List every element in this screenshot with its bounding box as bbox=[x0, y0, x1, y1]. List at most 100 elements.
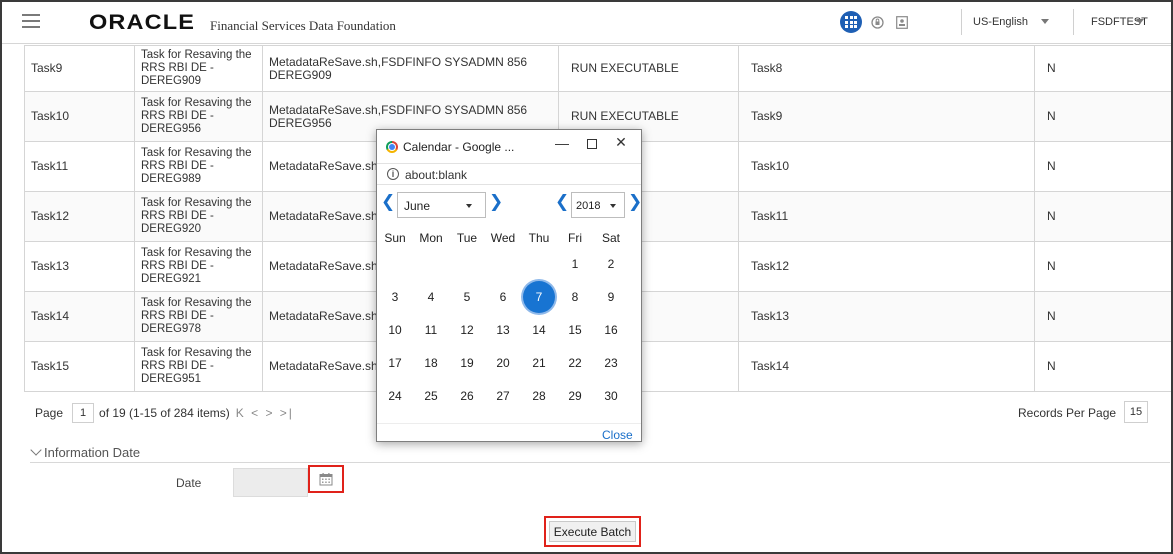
language-selector[interactable]: US-English bbox=[973, 16, 1028, 28]
calendar-day[interactable]: 5 bbox=[449, 290, 485, 304]
calendar-icon bbox=[319, 473, 333, 486]
precedence-cell: Task11 bbox=[738, 191, 1035, 242]
calendar-day[interactable]: 17 bbox=[377, 356, 413, 370]
calendar-day[interactable]: 19 bbox=[449, 356, 485, 370]
chevron-down-icon bbox=[466, 204, 472, 208]
records-per-page-input[interactable]: 15 bbox=[1124, 401, 1148, 423]
calendar-day[interactable]: 30 bbox=[593, 389, 629, 403]
calendar-day[interactable]: 18 bbox=[413, 356, 449, 370]
page-number-input[interactable]: 1 bbox=[72, 403, 95, 423]
calendar-day[interactable]: 22 bbox=[557, 356, 593, 370]
calendar-day[interactable]: 3 bbox=[377, 290, 413, 304]
calendar-day[interactable]: 20 bbox=[485, 356, 521, 370]
pagination: Page 1 of 19 (1-15 of 284 items) K < > >… bbox=[35, 403, 294, 423]
next-year-icon[interactable]: ❯ bbox=[628, 192, 642, 212]
calendar-week: 12 bbox=[377, 247, 641, 280]
calendar-day[interactable]: 28 bbox=[521, 389, 557, 403]
calendar-day[interactable]: 8 bbox=[557, 290, 593, 304]
month-select[interactable]: June bbox=[397, 192, 486, 218]
user-profile-icon[interactable] bbox=[895, 15, 909, 29]
flag-cell: N bbox=[1034, 45, 1171, 92]
weekday-label: Fri bbox=[568, 231, 582, 245]
calendar-day[interactable]: 27 bbox=[485, 389, 521, 403]
prev-year-icon[interactable]: ❮ bbox=[555, 192, 569, 212]
chevron-down-icon[interactable] bbox=[1041, 19, 1049, 24]
precedence-cell: Task8 bbox=[738, 45, 1035, 92]
task-name-cell: Task14 bbox=[24, 291, 135, 342]
lock-icon[interactable] bbox=[870, 15, 884, 29]
close-icon[interactable]: ✕ bbox=[611, 134, 631, 151]
calendar-day[interactable]: 16 bbox=[593, 323, 629, 337]
calendar-day[interactable]: 29 bbox=[557, 389, 593, 403]
weekday-label: Sun bbox=[384, 231, 406, 245]
weekday-label: Tue bbox=[456, 231, 478, 245]
precedence-cell: Task9 bbox=[738, 91, 1035, 142]
calendar-day[interactable]: 4 bbox=[413, 290, 449, 304]
weekday-label: Sat bbox=[601, 231, 620, 245]
calendar-day-selected[interactable]: 7 bbox=[521, 280, 557, 313]
calendar-day[interactable]: 26 bbox=[449, 389, 485, 403]
maximize-icon[interactable] bbox=[582, 136, 602, 152]
chevron-down-icon bbox=[30, 444, 42, 456]
calendar-day[interactable]: 1 bbox=[557, 257, 593, 271]
task-description-cell: Task for Resaving the RRS RBI DE - DEREG… bbox=[134, 291, 263, 342]
calendar-day[interactable]: 6 bbox=[485, 290, 521, 304]
calendar-day[interactable]: 21 bbox=[521, 356, 557, 370]
calendar-day[interactable]: 25 bbox=[413, 389, 449, 403]
oracle-logo: ORACLE bbox=[89, 11, 196, 34]
calendar-day[interactable]: 12 bbox=[449, 323, 485, 337]
section-divider bbox=[30, 462, 1170, 463]
calendar-day[interactable]: 24 bbox=[377, 389, 413, 403]
calendar-grid: Sun Mon Tue Wed Thu Fri Sat 1 2 3 4 5 6 7 8 9 10 11 12 13 1… bbox=[377, 229, 641, 412]
apps-grid-icon[interactable] bbox=[840, 11, 862, 33]
date-label: Date bbox=[176, 476, 202, 490]
year-select[interactable]: 2018 bbox=[571, 192, 625, 218]
precedence-cell: Task10 bbox=[738, 141, 1035, 192]
minimize-icon[interactable]: — bbox=[552, 135, 572, 151]
flag-cell: N bbox=[1034, 191, 1171, 242]
popup-title: Calendar - Google ... bbox=[403, 140, 515, 154]
calendar-day[interactable]: 2 bbox=[593, 257, 629, 271]
page-navigation-icons[interactable]: K < > >| bbox=[236, 406, 294, 420]
popup-url: about:blank bbox=[405, 168, 468, 182]
task-name-cell: Task15 bbox=[24, 341, 135, 392]
flag-cell: N bbox=[1034, 241, 1171, 292]
calendar-day[interactable]: 15 bbox=[557, 323, 593, 337]
calendar-day[interactable]: 13 bbox=[485, 323, 521, 337]
task-description-cell: Task for Resaving the RRS RBI DE - DEREG… bbox=[134, 141, 263, 192]
calendar-day[interactable]: 11 bbox=[413, 323, 449, 337]
task-parameters-cell: MetadataReSave.sh,FSDFINFO SYSADMN 856 D… bbox=[262, 45, 559, 92]
prev-month-icon[interactable]: ❮ bbox=[381, 192, 395, 212]
hamburger-menu-icon[interactable] bbox=[22, 14, 40, 28]
information-date-section[interactable]: Information Date bbox=[30, 444, 141, 460]
calendar-week: 24 25 26 27 28 29 30 bbox=[377, 379, 641, 412]
execute-batch-button[interactable]: Execute Batch bbox=[544, 516, 641, 547]
task-description-cell: Task for Resaving the RRS RBI DE - DEREG… bbox=[134, 191, 263, 242]
calendar-week: 3456789 bbox=[377, 280, 641, 313]
calendar-day[interactable]: 23 bbox=[593, 356, 629, 370]
section-title: Information Date bbox=[44, 445, 141, 460]
calendar-button[interactable] bbox=[308, 465, 344, 493]
execute-batch-label: Execute Batch bbox=[549, 521, 636, 542]
calendar-day[interactable]: 9 bbox=[593, 290, 629, 304]
year-value: 2018 bbox=[576, 200, 601, 212]
popup-footer-divider bbox=[377, 423, 641, 424]
app-header: ORACLE Financial Services Data Foundatio… bbox=[2, 2, 1171, 44]
calendar-day[interactable]: 14 bbox=[521, 323, 557, 337]
date-input[interactable] bbox=[233, 468, 308, 497]
precedence-cell: Task13 bbox=[738, 291, 1035, 342]
info-icon[interactable]: i bbox=[387, 168, 399, 180]
app-frame: ORACLE Financial Services Data Foundatio… bbox=[0, 0, 1173, 554]
month-value: June bbox=[404, 199, 431, 213]
task-type-cell: RUN EXECUTABLE bbox=[558, 45, 739, 92]
flag-cell: N bbox=[1034, 91, 1171, 142]
chevron-down-icon[interactable] bbox=[1136, 19, 1144, 24]
flag-cell: N bbox=[1034, 291, 1171, 342]
calendar-day[interactable]: 10 bbox=[377, 323, 413, 337]
table-row[interactable]: Task9 Task for Resaving the RRS RBI DE - … bbox=[24, 45, 1171, 92]
calendar-week: 10 11 12 13 14 15 16 bbox=[377, 313, 641, 346]
task-description-cell: Task for Resaving the RRS RBI DE - DEREG… bbox=[134, 91, 263, 142]
next-month-icon[interactable]: ❯ bbox=[489, 192, 503, 212]
close-button[interactable]: Close bbox=[602, 428, 633, 442]
chevron-down-icon bbox=[610, 204, 616, 208]
